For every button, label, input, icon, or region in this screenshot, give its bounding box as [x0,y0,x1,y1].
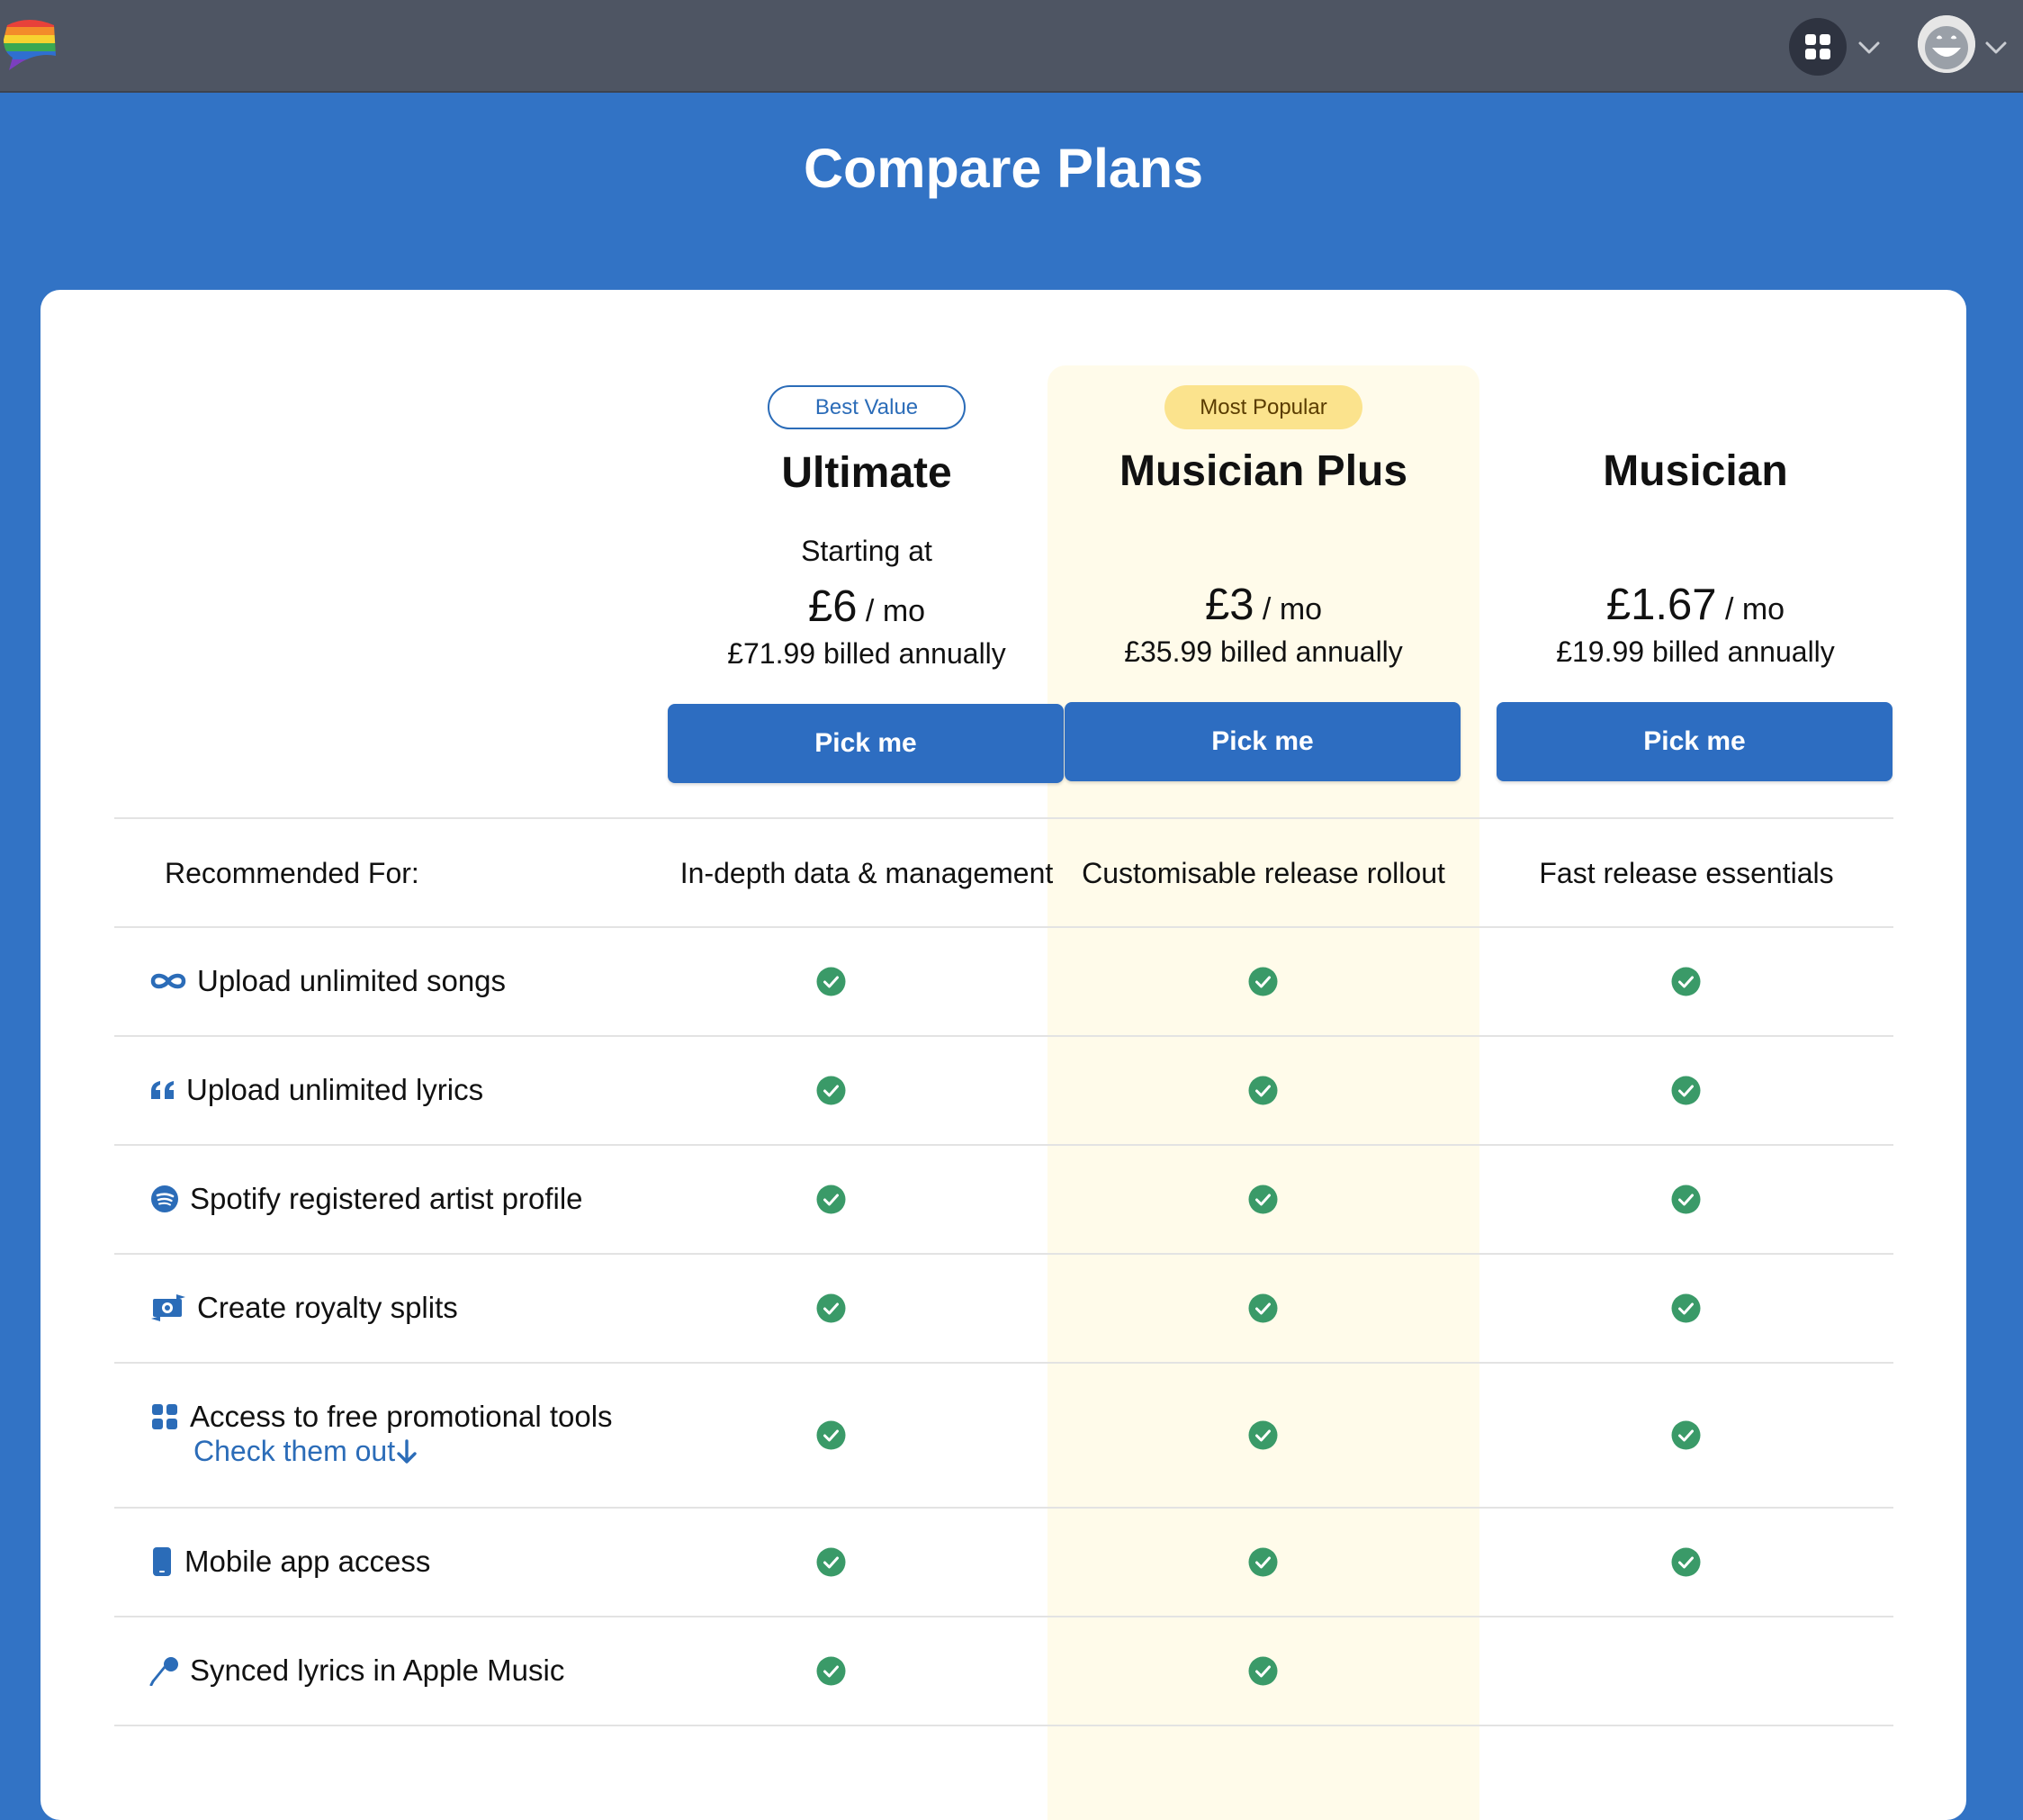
arrow-down-icon [397,1438,417,1464]
billed-annually-text: £35.99 billed annually [1124,635,1403,668]
smiley-avatar-icon [1918,15,1975,73]
row-divider [114,1616,1893,1617]
feature-spotify-profile: Spotify registered artist profile [148,1181,583,1217]
included-check-icon [1671,1076,1701,1105]
price-amount: £1.67 [1605,581,1717,629]
feature-label: Synced lyrics in Apple Music [190,1653,565,1687]
row-divider [114,1507,1893,1509]
feature-royalty-splits: Create royalty splits [148,1290,458,1326]
mobile-phone-icon [148,1544,175,1580]
feature-synced-lyrics: Synced lyrics in Apple Music [148,1653,564,1689]
recommended-for-label: Recommended For: [165,857,419,889]
starting-at-label: Starting at [801,535,932,567]
plan-name: Musician [1603,447,1788,495]
row-divider [114,1035,1893,1037]
quote-icon [148,1072,177,1108]
row-divider [114,1144,1893,1146]
price-amount: £6 [807,582,858,631]
user-avatar[interactable] [1918,15,1975,73]
grid-icon [148,1399,181,1435]
apps-grid-button[interactable] [1789,18,1847,76]
price-amount: £3 [1204,581,1254,629]
included-check-icon [1248,1547,1278,1577]
row-divider [114,1253,1893,1255]
money-exchange-icon [148,1290,188,1326]
price-period: / mo [865,594,926,628]
feature-label: Upload unlimited songs [197,964,507,997]
included-check-icon [1671,1185,1701,1214]
included-check-icon [1248,1420,1278,1450]
feature-upload-unlimited-lyrics: Upload unlimited lyrics [148,1072,483,1108]
feature-label: Access to free promotional tools [190,1400,613,1433]
pick-musician-button[interactable]: Pick me [1497,702,1893,781]
billed-annually-text: £71.99 billed annually [727,637,1006,670]
row-divider [114,1362,1893,1364]
included-check-icon [1248,1293,1278,1323]
included-check-icon [816,1185,846,1214]
feature-promotional-tools: Access to free promotional tools [148,1399,613,1435]
included-check-icon [1248,967,1278,996]
plans-comparison-card: Best Value Ultimate Starting at £6 / mo … [40,290,1966,1820]
check-them-out-link[interactable]: Check them out [193,1435,418,1468]
musician-plus-recommended-text: Customisable release rollout [1082,857,1445,889]
spotify-icon [148,1181,181,1217]
rainbow-logo-icon[interactable] [2,16,58,72]
plan-musician: Musician £1.67 / mo £19.99 billed annual… [1479,385,1911,799]
plan-ultimate: Best Value Ultimate Starting at £6 / mo … [651,385,1083,799]
plan-name: Musician Plus [1119,447,1408,495]
link-label: Check them out [193,1435,396,1467]
musician-recommended-text: Fast release essentials [1539,857,1834,889]
price-period: / mo [1262,592,1323,626]
included-check-icon [816,1656,846,1686]
infinity-icon [148,963,188,999]
row-divider [114,1725,1893,1726]
row-divider [114,817,1893,819]
included-check-icon [816,1420,846,1450]
feature-label: Spotify registered artist profile [190,1182,583,1215]
included-check-icon [1248,1656,1278,1686]
included-check-icon [816,1293,846,1323]
top-navigation-bar [0,0,2023,93]
plan-musician-plus: Most Popular Musician Plus £3 / mo £35.9… [1047,385,1479,799]
included-check-icon [816,1076,846,1105]
apps-grid-icon [1805,34,1830,59]
included-check-icon [1671,1547,1701,1577]
included-check-icon [1248,1185,1278,1214]
included-check-icon [1671,967,1701,996]
pick-musician-plus-button[interactable]: Pick me [1065,702,1461,781]
feature-mobile-app: Mobile app access [148,1544,430,1580]
pick-ultimate-button[interactable]: Pick me [668,704,1064,783]
included-check-icon [816,1547,846,1577]
row-divider [114,926,1893,928]
plan-price: £3 / mo [1047,580,1479,630]
feature-upload-unlimited-songs: Upload unlimited songs [148,963,506,999]
included-check-icon [1671,1420,1701,1450]
feature-label: Create royalty splits [197,1291,458,1324]
included-check-icon [1671,1293,1701,1323]
account-chevron-down-icon[interactable] [1983,34,2010,61]
price-period: / mo [1724,592,1785,626]
feature-label: Upload unlimited lyrics [186,1073,484,1106]
feature-label: Mobile app access [184,1545,431,1578]
included-check-icon [816,967,846,996]
apps-chevron-down-icon[interactable] [1856,34,1883,61]
included-check-icon [1248,1076,1278,1105]
page-title: Compare Plans [803,138,1204,199]
microphone-icon [148,1653,181,1689]
billed-annually-text: £19.99 billed annually [1556,635,1835,668]
plan-price: £6 / mo [651,581,1083,632]
plan-price: £1.67 / mo [1479,580,1911,630]
plan-name: Ultimate [781,449,952,497]
ultimate-recommended-text: In-depth data & management [679,857,1054,889]
most-popular-badge: Most Popular [1164,385,1362,429]
best-value-badge: Best Value [768,385,966,429]
